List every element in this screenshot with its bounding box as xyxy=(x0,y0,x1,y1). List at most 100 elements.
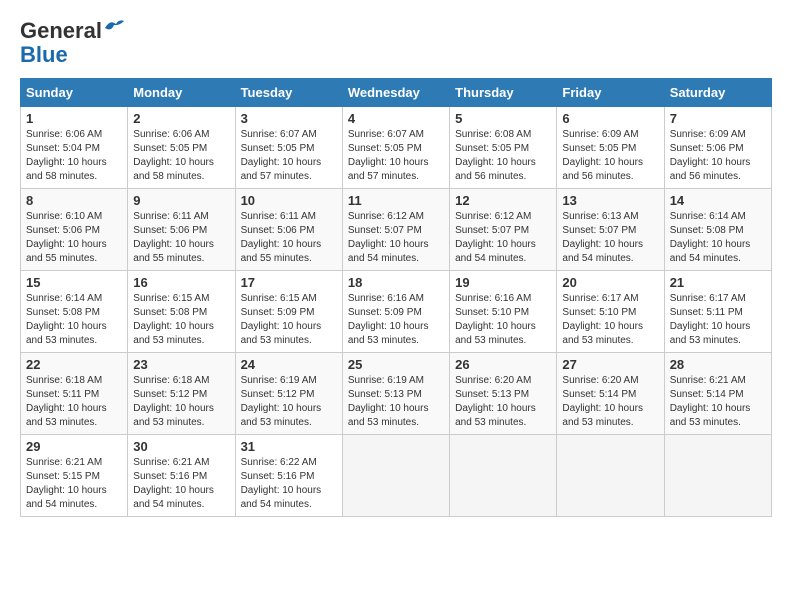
daylight-text: Daylight: 10 hoursand 53 minutes. xyxy=(348,321,429,346)
sunset-text: Sunset: 5:09 PM xyxy=(241,307,315,318)
daylight-text: Daylight: 10 hoursand 53 minutes. xyxy=(562,403,643,428)
sunrise-text: Sunrise: 6:17 AM xyxy=(670,293,746,304)
day-info: Sunrise: 6:09 AM Sunset: 5:05 PM Dayligh… xyxy=(562,128,658,184)
daylight-text: Daylight: 10 hoursand 56 minutes. xyxy=(670,157,751,182)
day-number: 23 xyxy=(133,357,229,372)
calendar-cell: 10 Sunrise: 6:11 AM Sunset: 5:06 PM Dayl… xyxy=(235,189,342,271)
calendar-cell xyxy=(450,435,557,517)
sunset-text: Sunset: 5:14 PM xyxy=(670,389,744,400)
sunset-text: Sunset: 5:05 PM xyxy=(133,143,207,154)
day-info: Sunrise: 6:19 AM Sunset: 5:13 PM Dayligh… xyxy=(348,374,444,430)
page-container: General Blue Sunday Monday Tuesday Wedne… xyxy=(20,20,772,517)
sunrise-text: Sunrise: 6:09 AM xyxy=(562,129,638,140)
calendar-cell: 21 Sunrise: 6:17 AM Sunset: 5:11 PM Dayl… xyxy=(664,271,771,353)
day-number: 6 xyxy=(562,111,658,126)
calendar-cell: 16 Sunrise: 6:15 AM Sunset: 5:08 PM Dayl… xyxy=(128,271,235,353)
sunset-text: Sunset: 5:07 PM xyxy=(348,225,422,236)
calendar-cell: 28 Sunrise: 6:21 AM Sunset: 5:14 PM Dayl… xyxy=(664,353,771,435)
sunset-text: Sunset: 5:06 PM xyxy=(241,225,315,236)
day-number: 17 xyxy=(241,275,337,290)
day-info: Sunrise: 6:06 AM Sunset: 5:04 PM Dayligh… xyxy=(26,128,122,184)
sunrise-text: Sunrise: 6:20 AM xyxy=(562,375,638,386)
sunset-text: Sunset: 5:14 PM xyxy=(562,389,636,400)
day-info: Sunrise: 6:09 AM Sunset: 5:06 PM Dayligh… xyxy=(670,128,766,184)
calendar-cell: 29 Sunrise: 6:21 AM Sunset: 5:15 PM Dayl… xyxy=(21,435,128,517)
sunset-text: Sunset: 5:12 PM xyxy=(241,389,315,400)
day-number: 11 xyxy=(348,193,444,208)
day-number: 14 xyxy=(670,193,766,208)
day-info: Sunrise: 6:11 AM Sunset: 5:06 PM Dayligh… xyxy=(241,210,337,266)
day-number: 1 xyxy=(26,111,122,126)
sunset-text: Sunset: 5:06 PM xyxy=(670,143,744,154)
day-info: Sunrise: 6:15 AM Sunset: 5:08 PM Dayligh… xyxy=(133,292,229,348)
day-info: Sunrise: 6:16 AM Sunset: 5:09 PM Dayligh… xyxy=(348,292,444,348)
day-number: 3 xyxy=(241,111,337,126)
day-number: 19 xyxy=(455,275,551,290)
calendar-cell: 4 Sunrise: 6:07 AM Sunset: 5:05 PM Dayli… xyxy=(342,107,449,189)
calendar-cell: 20 Sunrise: 6:17 AM Sunset: 5:10 PM Dayl… xyxy=(557,271,664,353)
sunrise-text: Sunrise: 6:06 AM xyxy=(26,129,102,140)
daylight-text: Daylight: 10 hoursand 55 minutes. xyxy=(241,239,322,264)
day-number: 10 xyxy=(241,193,337,208)
daylight-text: Daylight: 10 hoursand 55 minutes. xyxy=(26,239,107,264)
daylight-text: Daylight: 10 hoursand 56 minutes. xyxy=(455,157,536,182)
sunrise-text: Sunrise: 6:10 AM xyxy=(26,211,102,222)
daylight-text: Daylight: 10 hoursand 58 minutes. xyxy=(26,157,107,182)
sunset-text: Sunset: 5:05 PM xyxy=(348,143,422,154)
sunset-text: Sunset: 5:10 PM xyxy=(562,307,636,318)
day-number: 8 xyxy=(26,193,122,208)
sunset-text: Sunset: 5:05 PM xyxy=(455,143,529,154)
calendar-cell xyxy=(664,435,771,517)
sunrise-text: Sunrise: 6:15 AM xyxy=(133,293,209,304)
calendar-cell: 18 Sunrise: 6:16 AM Sunset: 5:09 PM Dayl… xyxy=(342,271,449,353)
daylight-text: Daylight: 10 hoursand 54 minutes. xyxy=(348,239,429,264)
sunset-text: Sunset: 5:16 PM xyxy=(241,471,315,482)
day-number: 29 xyxy=(26,439,122,454)
logo-text-wrap: General xyxy=(20,20,126,42)
sunset-text: Sunset: 5:16 PM xyxy=(133,471,207,482)
day-info: Sunrise: 6:21 AM Sunset: 5:15 PM Dayligh… xyxy=(26,456,122,512)
daylight-text: Daylight: 10 hoursand 56 minutes. xyxy=(562,157,643,182)
day-info: Sunrise: 6:19 AM Sunset: 5:12 PM Dayligh… xyxy=(241,374,337,430)
sunrise-text: Sunrise: 6:14 AM xyxy=(26,293,102,304)
sunrise-text: Sunrise: 6:11 AM xyxy=(133,211,208,222)
calendar-cell: 12 Sunrise: 6:12 AM Sunset: 5:07 PM Dayl… xyxy=(450,189,557,271)
sunset-text: Sunset: 5:13 PM xyxy=(455,389,529,400)
day-number: 18 xyxy=(348,275,444,290)
day-info: Sunrise: 6:20 AM Sunset: 5:13 PM Dayligh… xyxy=(455,374,551,430)
day-info: Sunrise: 6:21 AM Sunset: 5:14 PM Dayligh… xyxy=(670,374,766,430)
calendar-cell: 5 Sunrise: 6:08 AM Sunset: 5:05 PM Dayli… xyxy=(450,107,557,189)
calendar-cell: 22 Sunrise: 6:18 AM Sunset: 5:11 PM Dayl… xyxy=(21,353,128,435)
calendar-week-row: 1 Sunrise: 6:06 AM Sunset: 5:04 PM Dayli… xyxy=(21,107,772,189)
sunrise-text: Sunrise: 6:08 AM xyxy=(455,129,531,140)
calendar-cell: 25 Sunrise: 6:19 AM Sunset: 5:13 PM Dayl… xyxy=(342,353,449,435)
calendar-cell xyxy=(557,435,664,517)
day-number: 28 xyxy=(670,357,766,372)
sunset-text: Sunset: 5:11 PM xyxy=(670,307,743,318)
logo-bird-icon xyxy=(104,18,126,36)
day-info: Sunrise: 6:06 AM Sunset: 5:05 PM Dayligh… xyxy=(133,128,229,184)
day-info: Sunrise: 6:07 AM Sunset: 5:05 PM Dayligh… xyxy=(241,128,337,184)
sunset-text: Sunset: 5:10 PM xyxy=(455,307,529,318)
sunset-text: Sunset: 5:09 PM xyxy=(348,307,422,318)
sunrise-text: Sunrise: 6:11 AM xyxy=(241,211,316,222)
sunrise-text: Sunrise: 6:17 AM xyxy=(562,293,638,304)
header-row: Sunday Monday Tuesday Wednesday Thursday… xyxy=(21,79,772,107)
daylight-text: Daylight: 10 hoursand 57 minutes. xyxy=(241,157,322,182)
day-info: Sunrise: 6:10 AM Sunset: 5:06 PM Dayligh… xyxy=(26,210,122,266)
sunrise-text: Sunrise: 6:22 AM xyxy=(241,457,317,468)
daylight-text: Daylight: 10 hoursand 53 minutes. xyxy=(348,403,429,428)
day-info: Sunrise: 6:14 AM Sunset: 5:08 PM Dayligh… xyxy=(26,292,122,348)
calendar-cell: 11 Sunrise: 6:12 AM Sunset: 5:07 PM Dayl… xyxy=(342,189,449,271)
logo-blue-line: Blue xyxy=(20,42,68,68)
sunset-text: Sunset: 5:08 PM xyxy=(670,225,744,236)
calendar-cell: 24 Sunrise: 6:19 AM Sunset: 5:12 PM Dayl… xyxy=(235,353,342,435)
col-monday: Monday xyxy=(128,79,235,107)
sunrise-text: Sunrise: 6:21 AM xyxy=(26,457,102,468)
sunrise-text: Sunrise: 6:09 AM xyxy=(670,129,746,140)
day-number: 26 xyxy=(455,357,551,372)
sunrise-text: Sunrise: 6:15 AM xyxy=(241,293,317,304)
day-number: 9 xyxy=(133,193,229,208)
calendar-cell: 17 Sunrise: 6:15 AM Sunset: 5:09 PM Dayl… xyxy=(235,271,342,353)
day-number: 13 xyxy=(562,193,658,208)
